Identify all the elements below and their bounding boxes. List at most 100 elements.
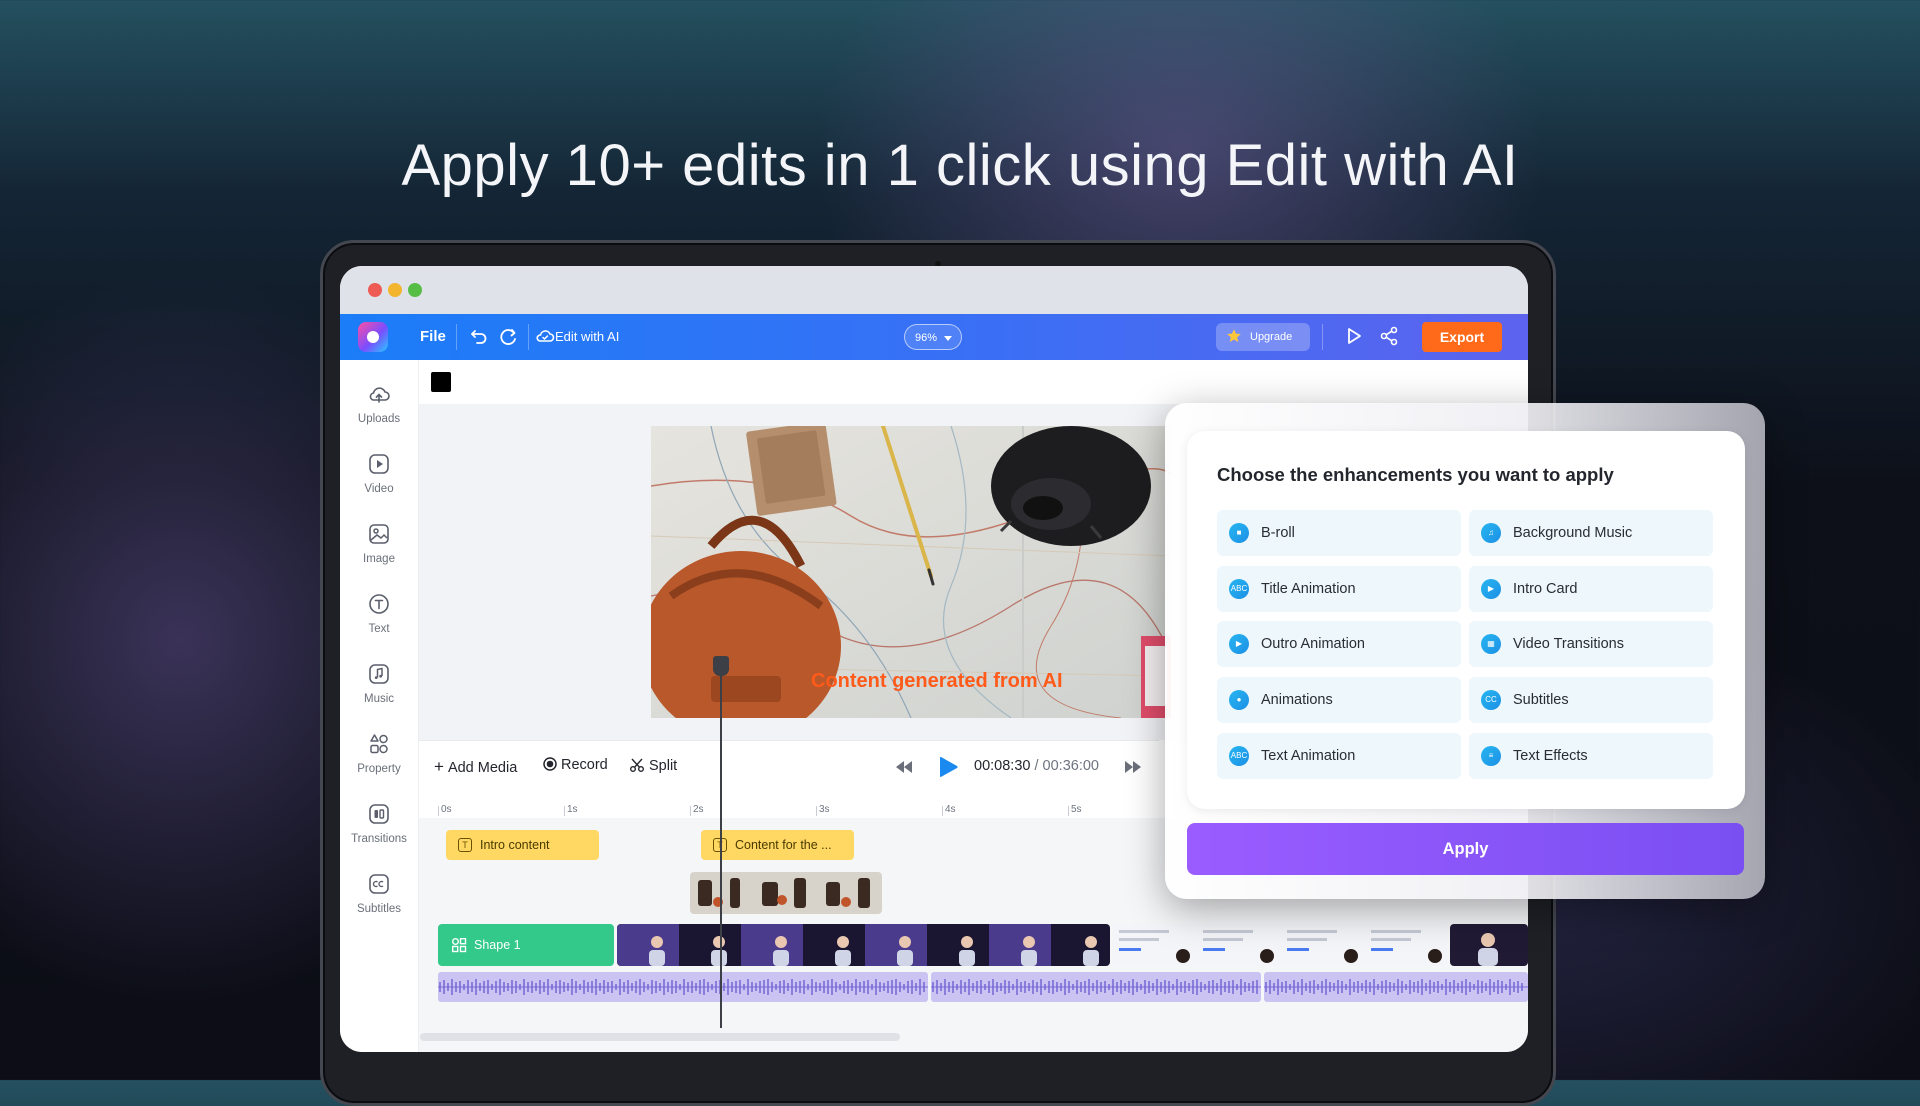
video-clip-2[interactable]: [1113, 924, 1447, 966]
ruler-tick: [1068, 806, 1069, 816]
sidebar-item-uploads[interactable]: Uploads: [340, 382, 418, 444]
export-button[interactable]: Export: [1422, 322, 1502, 352]
text-clip-intro[interactable]: T Intro content: [446, 830, 599, 860]
maximize-window-button[interactable]: [408, 283, 422, 297]
ruler-label: 0s: [441, 804, 452, 815]
enhancement-broll[interactable]: ■ B-roll: [1217, 510, 1461, 556]
left-sidebar: Uploads Video Image Text Music Property …: [340, 360, 419, 1052]
shape-clip[interactable]: Shape 1: [438, 924, 614, 966]
sidebar-item-video[interactable]: Video: [340, 452, 418, 514]
toolbar-divider: [456, 324, 457, 350]
window-titlebar: [340, 266, 1528, 314]
text-icon: [369, 594, 389, 614]
animation-icon: ●: [1229, 690, 1249, 710]
sidebar-item-text[interactable]: Text: [340, 592, 418, 654]
edit-with-ai-button[interactable]: Edit with AI: [555, 329, 619, 344]
close-window-button[interactable]: [368, 283, 382, 297]
video-clip-1[interactable]: [617, 924, 1110, 966]
top-toolbar: File Edit with AI 96% Upgrade Export: [340, 314, 1528, 360]
sidebar-item-subtitles[interactable]: Subtitles: [340, 872, 418, 934]
music-note-icon: [369, 664, 389, 684]
headline: Apply 10+ edits in 1 click using Edit wi…: [401, 133, 1519, 198]
canvas-options-bar: [419, 360, 1528, 404]
split-button[interactable]: Split: [629, 757, 677, 774]
zoom-select[interactable]: 96%: [904, 324, 962, 350]
upgrade-button[interactable]: Upgrade: [1216, 323, 1310, 351]
cc-icon: CC: [1481, 690, 1501, 710]
total-time: 00:36:00: [1042, 758, 1099, 774]
toolbar-divider: [528, 324, 529, 350]
preview-play-icon[interactable]: [1343, 325, 1365, 347]
ruler-tick: [564, 806, 565, 816]
sidebar-item-label: Transitions: [351, 833, 407, 845]
sidebar-item-label: Music: [363, 693, 395, 705]
audio-waveform: [1264, 979, 1528, 995]
abc-icon: ABC: [1229, 579, 1249, 599]
video-play-icon: [369, 454, 389, 474]
enhancement-intro-card[interactable]: ▶ Intro Card: [1469, 566, 1713, 612]
broll-clip[interactable]: [690, 872, 882, 914]
enhancement-label: B-roll: [1261, 525, 1295, 541]
text-clip-content[interactable]: T Content for the ...: [701, 830, 854, 860]
preview-caption: Content generated from AI: [811, 670, 1063, 692]
enhancement-text-effects[interactable]: ≡ Text Effects: [1469, 733, 1713, 779]
background-color-swatch[interactable]: [431, 372, 451, 392]
timeline-controls: + Add Media Record Split 00:08:30 / 00:36…: [419, 740, 1159, 793]
fast-forward-icon[interactable]: [1123, 758, 1143, 776]
play-icon[interactable]: [935, 754, 961, 780]
play-circle-icon: ▶: [1229, 634, 1249, 654]
enhancement-label: Text Animation: [1261, 748, 1356, 764]
sidebar-item-image[interactable]: Image: [340, 522, 418, 584]
file-menu[interactable]: File: [420, 328, 446, 345]
ruler-tick: [438, 806, 439, 816]
ruler-label: 2s: [693, 804, 704, 815]
video-thumbnails: [617, 924, 1110, 966]
redo-icon[interactable]: [497, 325, 519, 347]
transitions-icon: ▦: [1481, 634, 1501, 654]
record-button[interactable]: Record: [543, 757, 608, 773]
music-icon: ♫: [1481, 523, 1501, 543]
plus-icon: +: [434, 757, 444, 776]
sidebar-item-label: Text: [368, 623, 390, 635]
timeline-scrollbar[interactable]: [420, 1033, 900, 1041]
add-media-button[interactable]: + Add Media: [434, 757, 517, 777]
share-icon[interactable]: [1378, 325, 1400, 347]
enhancement-background-music[interactable]: ♫ Background Music: [1469, 510, 1713, 556]
record-label: Record: [561, 757, 608, 773]
enhancement-video-transitions[interactable]: ▦ Video Transitions: [1469, 621, 1713, 667]
sidebar-item-music[interactable]: Music: [340, 662, 418, 724]
enhancement-animations[interactable]: ● Animations: [1217, 677, 1461, 723]
upgrade-label: Upgrade: [1250, 331, 1293, 343]
ruler-label: 3s: [819, 804, 830, 815]
cc-icon: [369, 874, 389, 894]
enhancement-title-animation[interactable]: ABC Title Animation: [1217, 566, 1461, 612]
enhancements-title: Choose the enhancements you want to appl…: [1217, 464, 1614, 485]
video-clip-3[interactable]: [1450, 924, 1528, 966]
video-preview[interactable]: Content generated from AI: [651, 426, 1171, 718]
playhead-handle[interactable]: [713, 656, 729, 676]
zoom-value: 96%: [915, 332, 938, 344]
enhancement-text-animation[interactable]: ABC Text Animation: [1217, 733, 1461, 779]
app-logo-icon[interactable]: [358, 322, 388, 352]
enhancement-outro-animation[interactable]: ▶ Outro Animation: [1217, 621, 1461, 667]
text-effects-icon: ≡: [1481, 746, 1501, 766]
toolbar-divider: [1322, 324, 1323, 350]
sidebar-item-label: Subtitles: [356, 903, 402, 915]
minimize-window-button[interactable]: [388, 283, 402, 297]
audio-clip-3[interactable]: [1264, 972, 1528, 1002]
enhancement-label: Video Transitions: [1513, 636, 1624, 652]
audio-clip-1[interactable]: [438, 972, 928, 1002]
time-separator: /: [1034, 758, 1039, 774]
undo-icon[interactable]: [468, 325, 490, 347]
abc-icon: ABC: [1229, 746, 1249, 766]
apply-button[interactable]: Apply: [1187, 823, 1744, 875]
rewind-icon[interactable]: [894, 758, 914, 776]
audio-clip-2[interactable]: [931, 972, 1261, 1002]
sidebar-item-property[interactable]: Property: [340, 732, 418, 794]
enhancement-subtitles[interactable]: CC Subtitles: [1469, 677, 1713, 723]
record-icon: [543, 757, 557, 771]
sidebar-item-transitions[interactable]: Transitions: [340, 802, 418, 864]
grid-shapes-icon: [370, 734, 388, 754]
audio-waveform: [931, 979, 1261, 995]
cloud-upload-icon: [369, 387, 390, 403]
